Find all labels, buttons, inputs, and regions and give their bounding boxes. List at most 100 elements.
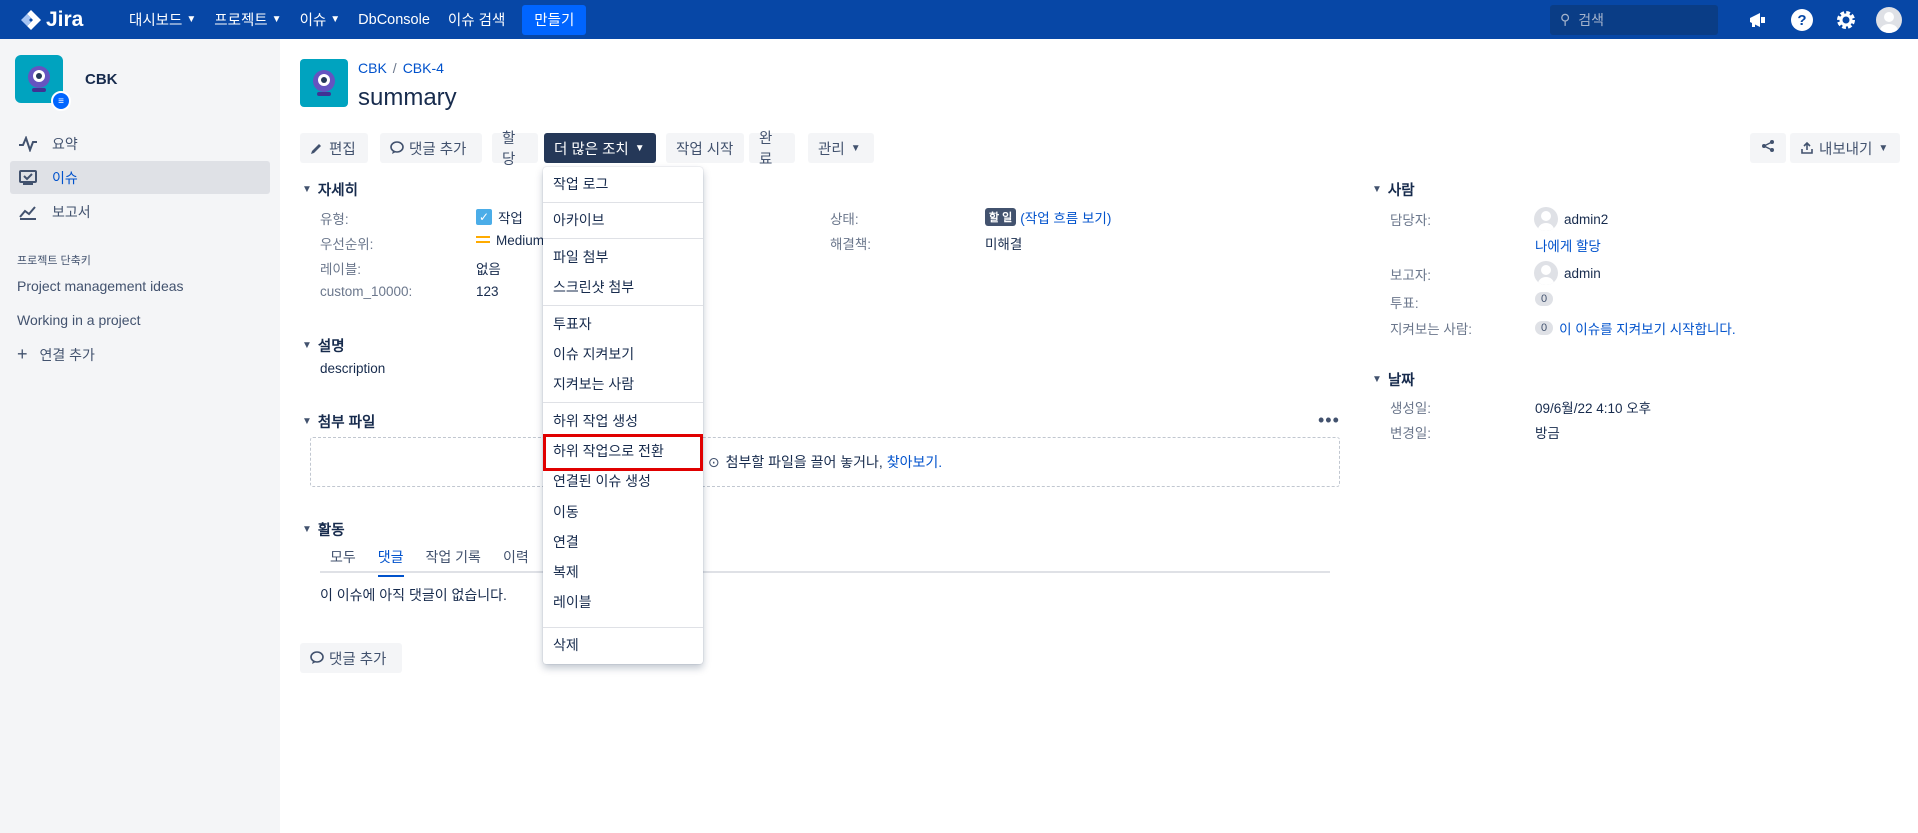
view-workflow-link[interactable]: (작업 흐름 보기) <box>1020 207 1111 227</box>
pulse-icon <box>18 135 40 152</box>
add-link-button[interactable]: + 연결 추가 <box>17 344 95 365</box>
browse-link[interactable]: 찾아보기. <box>887 452 942 472</box>
assignee-value[interactable]: admin2 <box>1534 207 1608 231</box>
status-label: 상태: <box>830 212 859 227</box>
issue-title[interactable]: summary <box>358 84 457 112</box>
menu-item-voters[interactable]: 투표자 <box>543 310 703 338</box>
more-actions-button[interactable]: 더 많은 조치 ▼ <box>544 133 656 163</box>
search-input[interactable]: ⚲ 검색 <box>1550 4 1718 35</box>
tab-all[interactable]: 모두 <box>330 547 356 577</box>
menu-item-attach-file[interactable]: 파일 첨부 <box>543 243 703 271</box>
chevron-down-icon: ▼ <box>1372 184 1382 195</box>
description-section-header[interactable]: ▼ 설명 <box>302 335 345 356</box>
assign-to-me-link[interactable]: 나에게 할당 <box>1535 235 1601 255</box>
sidebar-item-issues[interactable]: 이슈 <box>10 161 270 194</box>
people-section-header[interactable]: ▼ 사람 <box>1372 179 1415 200</box>
export-icon <box>1800 141 1814 155</box>
menu-item-archive[interactable]: 아카이브 <box>543 206 703 234</box>
issue-project-avatar <box>300 59 348 107</box>
chevron-down-icon: ▼ <box>302 416 312 427</box>
nav-dashboards[interactable]: 대시보드 ▼ <box>120 0 205 39</box>
breadcrumb-separator: / <box>392 60 397 76</box>
edit-button[interactable]: 편집 <box>300 133 368 163</box>
menu-item-move[interactable]: 이동 <box>543 498 703 526</box>
nav-projects[interactable]: 프로젝트 ▼ <box>205 0 290 39</box>
project-type-badge-icon: ≡ <box>51 91 71 111</box>
empty-comments-text: 이 이슈에 아직 댓글이 없습니다. <box>320 587 507 603</box>
chevron-down-icon: ▼ <box>302 340 312 351</box>
avatar <box>1534 261 1558 285</box>
sidebar-item-summary[interactable]: 요약 <box>10 127 270 160</box>
watchers-label: 지켜보는 사람: <box>1390 322 1473 337</box>
updated-value: 방금 <box>1535 426 1560 441</box>
votes-value[interactable]: 0 <box>1535 292 1559 306</box>
help-icon[interactable]: ? <box>1788 6 1816 34</box>
project-name: CBK <box>85 70 118 88</box>
menu-item-clone[interactable]: 복제 <box>543 558 703 586</box>
watchers-count[interactable]: 0 <box>1535 321 1554 335</box>
chevron-down-icon: ▼ <box>1878 142 1889 154</box>
breadcrumb: CBK / CBK-4 <box>358 60 444 76</box>
attachment-dropzone[interactable]: ⊙ 첨부할 파일을 끌어 놓거나, 찾아보기. <box>310 437 1340 487</box>
menu-item-watch-issue[interactable]: 이슈 지켜보기 <box>543 340 703 368</box>
chevron-down-icon: ▼ <box>271 14 282 25</box>
menu-item-watchers[interactable]: 지켜보는 사람 <box>543 370 703 398</box>
activity-section-header[interactable]: ▼ 활동 <box>302 519 345 540</box>
manage-button[interactable]: 관리 ▼ <box>808 133 874 163</box>
created-label: 생성일: <box>1390 401 1432 416</box>
details-section-header[interactable]: ▼ 자세히 <box>302 179 358 200</box>
comment-icon <box>310 651 324 665</box>
create-button[interactable]: 만들기 <box>522 4 587 35</box>
menu-item-create-subtask[interactable]: 하위 작업 생성 <box>543 407 703 435</box>
chart-icon <box>18 204 40 220</box>
user-avatar[interactable] <box>1876 6 1902 33</box>
start-watching-link[interactable]: 이 이슈를 지켜보기 시작합니다. <box>1559 318 1735 338</box>
tab-history[interactable]: 이력 <box>503 547 529 577</box>
custom-field-value[interactable]: 123 <box>476 284 499 299</box>
breadcrumb-issue-key[interactable]: CBK-4 <box>403 60 444 76</box>
shortcut-link[interactable]: Working in a project <box>17 312 140 328</box>
reporter-value[interactable]: admin <box>1534 261 1601 285</box>
type-label: 유형: <box>320 212 349 227</box>
avatar <box>1534 207 1558 231</box>
type-value: ✓ 작업 <box>476 207 523 227</box>
menu-item-log-work[interactable]: 작업 로그 <box>543 170 703 198</box>
menu-item-delete[interactable]: 삭제 <box>543 631 703 659</box>
gear-icon[interactable] <box>1832 6 1860 34</box>
assign-button[interactable]: 할당 <box>492 131 538 168</box>
labels-value[interactable]: 없음 <box>476 258 501 278</box>
project-header[interactable]: ≡ CBK <box>15 55 118 111</box>
robot-icon <box>313 70 335 96</box>
tab-comments[interactable]: 댓글 <box>377 547 404 577</box>
start-work-button[interactable]: 작업 시작 <box>666 133 744 163</box>
tab-work-log[interactable]: 작업 기록 <box>426 547 481 577</box>
pencil-icon <box>310 141 324 155</box>
more-options-icon[interactable]: ••• <box>1318 410 1340 431</box>
nav-issue-search[interactable]: 이슈 검색 <box>439 0 514 39</box>
menu-separator <box>543 305 703 306</box>
menu-separator <box>543 202 703 203</box>
add-comment-bottom-button[interactable]: 댓글 추가 <box>300 643 402 673</box>
menu-item-create-linked-issue[interactable]: 연결된 이슈 생성 <box>543 467 703 495</box>
chevron-down-icon: ▼ <box>186 14 197 25</box>
nav-issues[interactable]: 이슈 ▼ <box>291 0 350 39</box>
menu-item-attach-screenshot[interactable]: 스크린샷 첨부 <box>543 273 703 301</box>
shortcut-link[interactable]: Project management ideas <box>17 278 184 294</box>
menu-item-labels[interactable]: 레이블 <box>543 588 703 616</box>
menu-item-link[interactable]: 연결 <box>543 528 703 556</box>
dates-section-header[interactable]: ▼ 날짜 <box>1372 369 1415 390</box>
sidebar-item-reports[interactable]: 보고서 <box>10 195 270 228</box>
nav-dbconsole[interactable]: DbConsole <box>349 0 439 39</box>
export-button[interactable]: 내보내기 ▼ <box>1790 133 1900 163</box>
breadcrumb-project[interactable]: CBK <box>358 60 387 76</box>
share-button[interactable] <box>1750 133 1786 163</box>
megaphone-icon[interactable] <box>1744 6 1772 34</box>
chevron-down-icon: ▼ <box>302 184 312 195</box>
attachments-section-header[interactable]: ▼ 첨부 파일 <box>302 411 375 432</box>
done-button[interactable]: 완료 <box>749 131 795 168</box>
menu-separator <box>543 238 703 239</box>
add-comment-button[interactable]: 댓글 추가 <box>380 133 482 163</box>
jira-logo[interactable]: Jira <box>20 8 120 32</box>
description-text[interactable]: description <box>320 361 385 376</box>
custom-field-label: custom_10000: <box>320 284 413 299</box>
